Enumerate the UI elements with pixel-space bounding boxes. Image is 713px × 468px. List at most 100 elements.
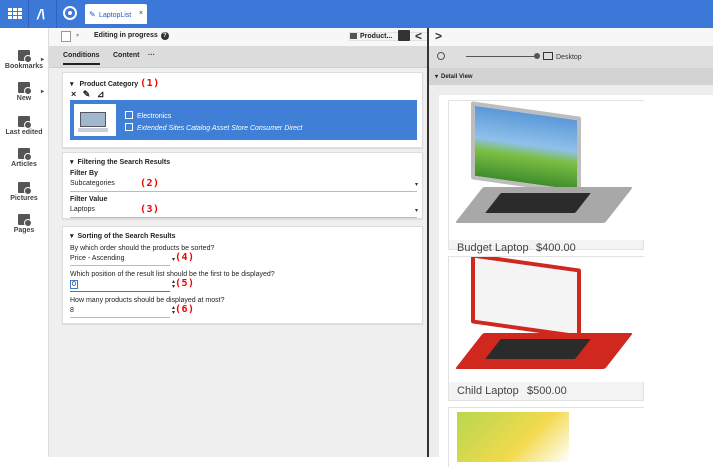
bookmarks-icon	[18, 50, 32, 63]
position-question: Which position of the result list should…	[70, 271, 275, 278]
marker-4: (4)	[175, 252, 195, 263]
last-edited-icon	[18, 116, 32, 129]
tab-label: LaptopList	[98, 12, 132, 19]
filter-by-label: Filter By	[70, 170, 99, 177]
product-image	[449, 408, 645, 468]
sidebar-item-bookmarks[interactable]: Bookmarks ▸	[0, 50, 48, 70]
preview-header: >	[429, 28, 713, 46]
product-category-panel: Product Category (1) × ✎ ⊿ Electronics E…	[62, 72, 423, 148]
editor-header: ▾ Editing in progress? Product... <	[49, 28, 545, 46]
expand-icon[interactable]: >	[435, 29, 442, 43]
field-underline	[70, 217, 417, 218]
max-stepper[interactable]: 8 ▴ ▾	[70, 305, 180, 317]
library-icon[interactable]: /\	[37, 7, 51, 21]
product-card[interactable]: Child Laptop $500.00	[448, 256, 645, 401]
field-underline	[70, 291, 170, 292]
topbar-divider	[28, 0, 29, 28]
flower-image	[457, 412, 569, 462]
category-actions: × ✎ ⊿	[71, 89, 104, 100]
device-slider-track[interactable]	[466, 56, 538, 57]
preview-content: Budget Laptop $400.00 Child Laptop $500.…	[439, 95, 713, 468]
laptop-screen	[471, 257, 581, 339]
device-label: Desktop	[543, 52, 582, 61]
product-card[interactable]: Budget Laptop $400.00	[448, 100, 645, 254]
pages-icon	[18, 214, 32, 227]
catalog-name: Extended Sites Catalog Asset Store Consu…	[125, 123, 302, 132]
submenu-caret-icon: ▸	[40, 89, 44, 95]
max-question: How many products should be displayed at…	[70, 297, 225, 304]
panel-title[interactable]: Sorting of the Search Results	[70, 232, 176, 240]
top-bar: /\ ✎ LaptopList ×	[0, 0, 713, 28]
laptop-thumbnail-icon	[78, 112, 108, 132]
tab-laptoplist[interactable]: ✎ LaptopList ×	[85, 4, 147, 24]
preview-target-icon[interactable]	[63, 6, 77, 20]
collapse-icon[interactable]: <	[415, 29, 422, 43]
marker-1: (1)	[140, 78, 160, 89]
position-stepper[interactable]: 0 ▴ ▾	[70, 279, 180, 291]
help-icon[interactable]: ?	[160, 32, 169, 40]
filter-by-select[interactable]: Subcategories (2) ▾	[70, 178, 422, 190]
remove-icon[interactable]: ×	[71, 89, 76, 99]
sidebar-item-pictures[interactable]: Pictures	[0, 182, 48, 202]
app-grid-icon[interactable]	[8, 8, 22, 20]
sidebar-item-last-edited[interactable]: Last edited	[0, 116, 48, 136]
product-price: $400.00	[536, 242, 576, 254]
detail-view-label: Detail View	[435, 73, 473, 80]
filter-value-label: Filter Value	[70, 196, 108, 203]
sidebar-item-label: Articles	[11, 161, 37, 168]
sidebar-item-label: Last edited	[5, 129, 43, 136]
order-question: By which order should the products be so…	[70, 245, 215, 252]
product-image	[449, 257, 645, 382]
order-value: Price - Ascending	[70, 255, 125, 262]
chevron-down-icon[interactable]: ▾	[415, 207, 418, 214]
selected-category-row[interactable]: Electronics Extended Sites Catalog Asset…	[70, 100, 417, 140]
panel-title[interactable]: Product Category (1)	[70, 78, 160, 89]
link-icon[interactable]: ⊿	[97, 89, 105, 99]
editor-tabs: Conditions Content ···	[49, 46, 429, 68]
marker-2: (2)	[140, 178, 160, 189]
tab-more[interactable]: ···	[148, 52, 155, 59]
edit-icon[interactable]: ✎	[83, 89, 91, 99]
topbar-divider	[56, 0, 57, 28]
panel-title[interactable]: Filtering the Search Results	[70, 158, 171, 166]
chevron-down-icon[interactable]: ▾	[415, 181, 418, 188]
chevron-down-icon[interactable]: ▾	[76, 32, 79, 39]
document-icon[interactable]	[61, 31, 71, 42]
field-underline	[70, 265, 170, 266]
preview-pane: > Desktop Detail View Budget Laptop $400…	[429, 28, 713, 468]
product-image	[449, 101, 645, 240]
filter-by-value: Subcategories	[70, 180, 115, 187]
tab-conditions[interactable]: Conditions	[63, 52, 100, 65]
laptop-screen	[471, 101, 581, 195]
comment-icon[interactable]	[398, 30, 410, 41]
preview-toolbar: Desktop	[429, 46, 713, 68]
marker-3: (3)	[140, 204, 160, 215]
sidebar-item-new[interactable]: New ▸	[0, 82, 48, 102]
sidebar-item-label: New	[16, 95, 32, 102]
sidebar-item-label: Pages	[13, 227, 35, 234]
sidebar: Bookmarks ▸ New ▸ Last edited Articles P…	[0, 28, 48, 457]
laptop-keyboard	[485, 339, 591, 359]
marker-6: (6)	[175, 304, 195, 315]
filter-value-value: Laptops	[70, 206, 95, 213]
product-name: Child Laptop	[457, 385, 519, 397]
lightbulb-icon[interactable]	[437, 52, 445, 60]
sorting-panel: Sorting of the Search Results By which o…	[62, 226, 423, 324]
device-slider-handle[interactable]	[534, 53, 540, 59]
product-price: $500.00	[527, 385, 567, 397]
field-underline	[70, 191, 417, 192]
category-thumbnail	[74, 104, 116, 136]
detail-view-header[interactable]: Detail View	[429, 68, 713, 85]
panel-title-text: Product Category	[79, 81, 139, 88]
field-underline	[70, 317, 170, 318]
product-card[interactable]	[448, 407, 645, 468]
filter-value-select[interactable]: Laptops (3) ▾	[70, 204, 422, 216]
filtering-panel: Filtering the Search Results Filter By S…	[62, 152, 423, 219]
category-name: Electronics	[125, 111, 171, 120]
close-tab-icon[interactable]: ×	[139, 10, 143, 17]
sidebar-item-pages[interactable]: Pages	[0, 214, 48, 234]
tab-content[interactable]: Content	[113, 52, 139, 59]
position-value[interactable]: 0	[70, 280, 78, 289]
order-select[interactable]: Price - Ascending ▾	[70, 255, 180, 265]
sidebar-item-articles[interactable]: Articles	[0, 148, 48, 168]
